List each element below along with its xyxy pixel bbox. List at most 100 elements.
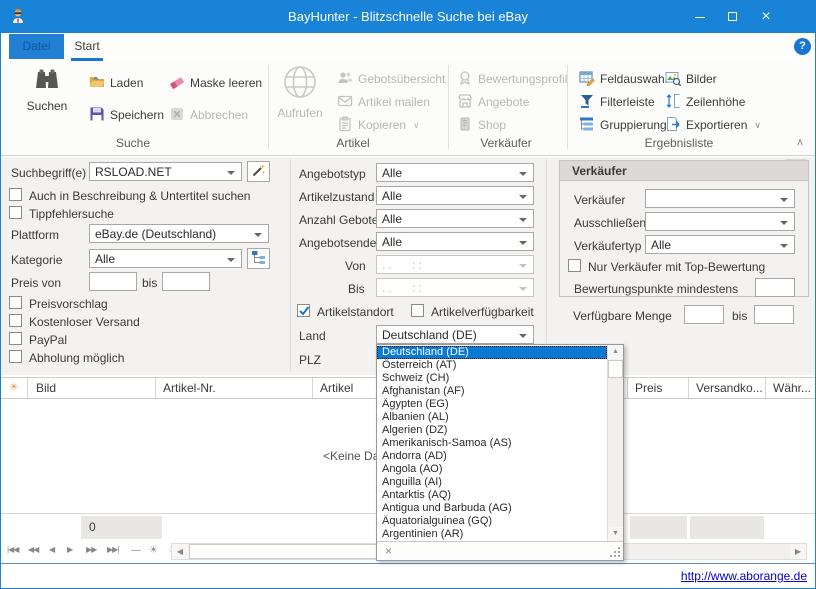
scroll-up-button[interactable]: ▲ bbox=[608, 345, 623, 359]
dropdown-option[interactable]: Amerikanisch-Samoa (AS) bbox=[377, 437, 607, 450]
minimize-button[interactable] bbox=[683, 1, 717, 33]
maske-leeren-button[interactable]: Maske leeren bbox=[169, 73, 262, 93]
scroll-left-button[interactable]: ◀ bbox=[172, 544, 188, 559]
abholung-checkbox[interactable] bbox=[9, 350, 22, 363]
bewertungsprofil-button: Bewertungsprofil bbox=[457, 69, 567, 89]
beschreibung-checkbox[interactable] bbox=[9, 188, 22, 201]
dropdown-option-selected[interactable]: Deutschland (DE) bbox=[377, 346, 607, 359]
dropdown-option[interactable]: Afghanistan (AF) bbox=[377, 385, 607, 398]
save-icon bbox=[89, 106, 105, 125]
suchen-button[interactable]: Suchen bbox=[17, 65, 77, 113]
dropdown-scrollbar[interactable]: ▲ ▼ bbox=[607, 345, 623, 541]
exportieren-label: Exportieren bbox=[686, 118, 748, 132]
land-label: Land bbox=[299, 329, 326, 343]
von-datetime-input: . . : : bbox=[376, 255, 534, 274]
kostenloser-versand-checkbox[interactable] bbox=[9, 314, 22, 327]
nav-next-icon[interactable]: ▶ bbox=[67, 545, 73, 554]
dropdown-scrollbar-thumb[interactable] bbox=[608, 360, 623, 378]
nav-prev-page-icon[interactable]: ◀◀ bbox=[28, 545, 39, 554]
wand-button[interactable] bbox=[247, 161, 270, 182]
column-header-versandkosten[interactable]: Versandko... bbox=[689, 378, 766, 398]
help-icon[interactable]: ? bbox=[794, 38, 811, 55]
dropdown-option[interactable]: Antigua und Barbuda (AG) bbox=[377, 502, 607, 515]
tippfehler-checkbox[interactable] bbox=[9, 206, 22, 219]
angebotstyp-combobox[interactable]: Alle bbox=[376, 163, 534, 182]
summary-count-cell: 0 bbox=[81, 516, 162, 539]
suchen-label: Suchen bbox=[26, 99, 68, 113]
dropdown-option[interactable]: Äquatorialguinea (GQ) bbox=[377, 515, 607, 528]
paypal-checkbox[interactable] bbox=[9, 332, 22, 345]
grouping-tree-icon bbox=[579, 116, 595, 135]
land-combobox[interactable]: Deutschland (DE) bbox=[376, 325, 534, 344]
preis-bis-input[interactable] bbox=[162, 272, 210, 291]
nav-first-icon[interactable]: |◀◀ bbox=[7, 545, 19, 554]
scroll-down-button[interactable]: ▼ bbox=[608, 527, 623, 541]
preis-von-input[interactable] bbox=[89, 272, 137, 291]
dropdown-option[interactable]: Algerien (DZ) bbox=[377, 424, 607, 437]
column-header-artikel-nr[interactable]: Artikel-Nr. bbox=[156, 378, 313, 398]
angebotsende-combobox[interactable]: Alle bbox=[376, 232, 534, 251]
kostenloser-versand-label: Kostenloser Versand bbox=[29, 315, 140, 329]
plattform-combobox[interactable]: eBay.de (Deutschland) bbox=[89, 224, 269, 243]
group-caption-artikel: Artikel bbox=[336, 136, 370, 150]
scroll-right-button[interactable]: ▶ bbox=[790, 544, 806, 559]
dropdown-option[interactable]: Angola (AO) bbox=[377, 463, 607, 476]
anzahl-gebote-combobox[interactable]: Alle bbox=[376, 209, 534, 228]
column-header-preis[interactable]: Preis bbox=[628, 378, 689, 398]
menge-bis-input[interactable] bbox=[754, 305, 794, 324]
dropdown-option[interactable]: Albanien (AL) bbox=[377, 411, 607, 424]
nav-refresh-icon[interactable]: ☀ bbox=[149, 545, 158, 556]
anzahl-gebote-label: Anzahl Gebote bbox=[299, 213, 379, 227]
close-button[interactable]: × bbox=[749, 1, 783, 33]
dropdown-option[interactable]: Anguilla (AI) bbox=[377, 476, 607, 489]
group-caption-ergebnisliste: Ergebnisliste bbox=[644, 136, 714, 150]
speichern-label: Speichern bbox=[110, 108, 165, 122]
dropdown-option[interactable]: Ägypten (EG) bbox=[377, 398, 607, 411]
feldauswahl-button[interactable]: Feldauswahl bbox=[579, 69, 667, 89]
artikelstandort-checkbox[interactable] bbox=[297, 304, 310, 317]
globe-icon bbox=[281, 63, 319, 104]
verkaeufertyp-combobox[interactable]: Alle bbox=[645, 235, 795, 254]
kategorie-tree-button[interactable] bbox=[247, 248, 270, 269]
resize-grip[interactable] bbox=[610, 547, 620, 557]
nav-prev-icon[interactable]: ◀ bbox=[49, 545, 55, 554]
dropdown-option[interactable]: Antarktis (AQ) bbox=[377, 489, 607, 502]
dropdown-option[interactable]: Schweiz (CH) bbox=[377, 372, 607, 385]
bewertungspunkte-input[interactable] bbox=[755, 278, 795, 297]
exportieren-button[interactable]: Exportieren ∨ bbox=[665, 115, 761, 135]
preisvorschlag-checkbox[interactable] bbox=[9, 296, 22, 309]
filterleiste-button[interactable]: Filterleiste bbox=[579, 92, 655, 112]
plz-label: PLZ bbox=[299, 353, 322, 367]
tab-datei[interactable]: Datei bbox=[9, 34, 64, 59]
nav-last-icon[interactable]: ▶▶| bbox=[107, 545, 119, 554]
maximize-button[interactable] bbox=[716, 1, 750, 33]
menge-von-input[interactable] bbox=[684, 305, 724, 324]
nav-delete-icon[interactable]: — bbox=[131, 545, 141, 556]
column-header-bild[interactable]: Bild bbox=[29, 378, 156, 398]
kategorie-combobox[interactable]: Alle bbox=[89, 249, 242, 268]
speichern-button[interactable]: Speichern bbox=[89, 105, 164, 125]
aborange-link[interactable]: http://www.aborange.de bbox=[681, 569, 807, 583]
ausschliessen-combobox[interactable] bbox=[645, 212, 795, 231]
laden-button[interactable]: Laden bbox=[89, 73, 143, 93]
verkaeufer-panel: Verkäufer Verkäufer Ausschließen Verkäuf… bbox=[559, 160, 809, 297]
artikelverfuegbarkeit-checkbox[interactable] bbox=[411, 304, 424, 317]
dropdown-option[interactable]: Österreich (AT) bbox=[377, 359, 607, 372]
clear-icon[interactable]: × bbox=[385, 544, 392, 558]
verkaeufer-combobox[interactable] bbox=[645, 189, 795, 208]
abbrechen-button: Abbrechen bbox=[169, 105, 248, 125]
zeilenhoehe-button[interactable]: Zeilenhöhe bbox=[665, 92, 745, 112]
verkaeufer-panel-title: Verkäufer bbox=[560, 161, 808, 181]
artikelzustand-combobox[interactable]: Alle bbox=[376, 186, 534, 205]
nav-next-page-icon[interactable]: ▶▶ bbox=[86, 545, 97, 554]
ribbon-collapse-icon[interactable]: ∧ bbox=[792, 135, 808, 151]
dropdown-option[interactable]: Argentinien (AR) bbox=[377, 528, 607, 541]
bilder-button[interactable]: Bilder bbox=[665, 69, 717, 89]
kategorie-label: Kategorie bbox=[11, 253, 63, 267]
dropdown-option[interactable]: Andorra (AD) bbox=[377, 450, 607, 463]
gruppierung-button[interactable]: Gruppierung bbox=[579, 115, 667, 135]
top-bewertung-checkbox[interactable] bbox=[568, 259, 581, 272]
column-header-waehrung[interactable]: Währ... bbox=[766, 378, 815, 398]
tab-start[interactable]: Start bbox=[71, 34, 103, 59]
suchbegriff-combobox[interactable]: RSLOAD.NET bbox=[89, 162, 242, 181]
